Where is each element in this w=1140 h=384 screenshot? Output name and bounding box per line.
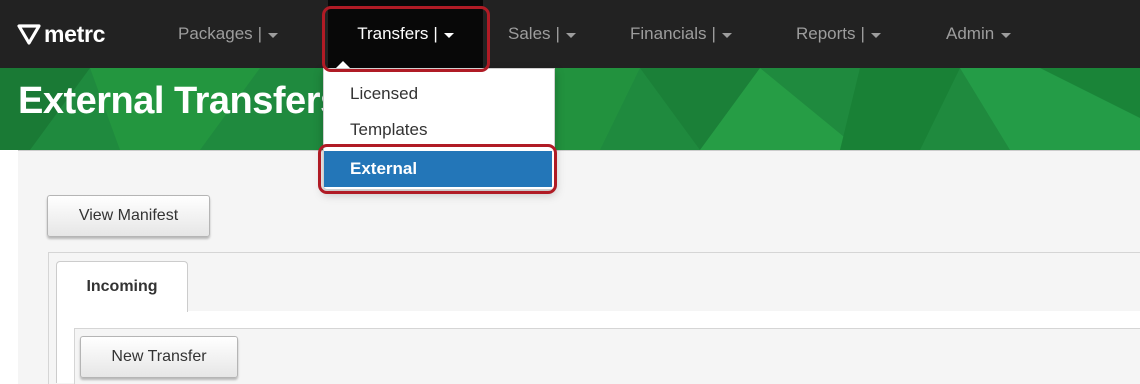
new-transfer-button[interactable]: New Transfer [80, 336, 238, 378]
logo-mark-icon [17, 24, 41, 45]
view-manifest-button[interactable]: View Manifest [47, 195, 210, 237]
caret-down-icon[interactable] [870, 32, 881, 38]
nav-admin[interactable]: Admin [936, 0, 1021, 68]
nav-label: Sales [508, 24, 551, 43]
tab-incoming[interactable]: Incoming [56, 261, 188, 312]
metrc-logo[interactable]: metrc [16, 18, 105, 50]
menu-item-licensed[interactable]: Licensed [324, 76, 552, 112]
caret-down-icon[interactable] [721, 32, 732, 38]
nav-label: Reports [796, 24, 856, 43]
nav-separator: | [555, 24, 560, 43]
nav-financials[interactable]: Financials | [620, 0, 742, 68]
caret-down-icon[interactable] [1001, 32, 1012, 38]
nav-separator: | [860, 24, 865, 43]
page-title: External Transfers [18, 80, 341, 122]
top-navbar: metrc Packages | Transfers | Sales | Fin… [0, 0, 1140, 68]
nav-label: Packages [178, 24, 253, 43]
nav-sales[interactable]: Sales | [498, 0, 586, 68]
caret-down-icon[interactable] [565, 32, 576, 38]
highlight-outline-transfers [322, 6, 490, 72]
nav-separator: | [257, 24, 263, 43]
highlight-outline-external [318, 144, 557, 194]
menu-item-templates[interactable]: Templates [324, 112, 552, 148]
caret-down-icon[interactable] [268, 32, 279, 38]
nav-packages[interactable]: Packages | [168, 0, 288, 68]
nav-separator: | [711, 24, 716, 43]
nav-reports[interactable]: Reports | [786, 0, 891, 68]
logo-text: metrc [44, 20, 106, 47]
nav-label: Financials [630, 24, 707, 43]
nav-label: Admin [946, 24, 995, 43]
